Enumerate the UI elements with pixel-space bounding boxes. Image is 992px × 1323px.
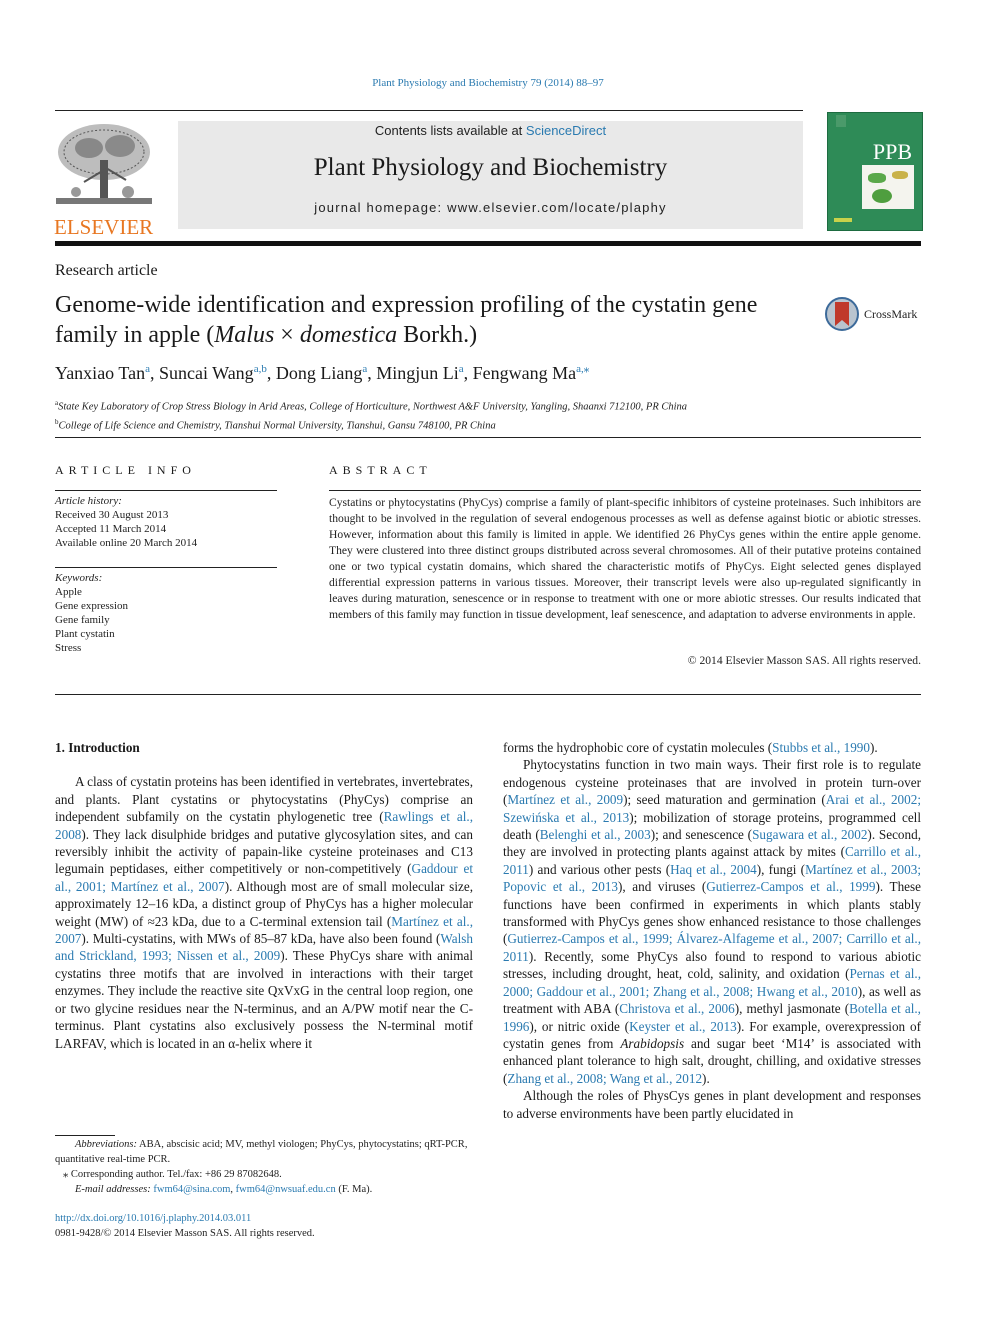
citation-link[interactable]: Martínez et al., 2007 [55, 914, 473, 946]
history-received: Received 30 August 2013 [55, 509, 169, 521]
author[interactable]: Fengwang Maa,⁎ [473, 363, 590, 383]
contents-prefix: Contents lists available at [374, 123, 526, 138]
history-label: Article history: [55, 495, 122, 507]
author[interactable]: Yanxiao Tana [55, 363, 150, 383]
affiliation-marker[interactable]: a,⁎ [576, 363, 589, 375]
keywords: Keywords: Apple Gene expression Gene fam… [55, 571, 128, 655]
article-history: Article history: Received 30 August 2013… [55, 494, 197, 550]
keyword: Stress [55, 642, 82, 654]
author-list: Yanxiao Tana, Suncai Wanga,b, Dong Liang… [55, 363, 590, 383]
affiliation-marker[interactable]: a,b [254, 363, 267, 375]
issn-line: 0981-9428/© 2014 Elsevier Masson SAS. Al… [55, 1228, 315, 1239]
article-info-heading: ARTICLE INFO [55, 463, 196, 477]
body-column-right: forms the hydrophobic core of cystatin m… [503, 739, 921, 1122]
affiliation-marker[interactable]: a [145, 363, 150, 375]
contents-line: Contents lists available at ScienceDirec… [178, 123, 803, 138]
affiliation-a: aState Key Laboratory of Crop Stress Bio… [55, 399, 688, 413]
cover-title: PPB [872, 139, 912, 164]
journal-title[interactable]: Plant Physiology and Biochemistry [178, 154, 803, 182]
elsevier-wordmark: ELSEVIER [54, 215, 154, 239]
cover-stripe [834, 218, 852, 222]
history-accepted: Accepted 11 March 2014 [55, 523, 167, 535]
author[interactable]: Mingjun Lia [376, 363, 463, 383]
author[interactable]: Dong Lianga [276, 363, 367, 383]
elsevier-logo[interactable]: ELSEVIER [54, 120, 156, 239]
affiliation-b: bCollege of Life Science and Chemistry, … [55, 417, 496, 432]
citation-link[interactable]: Rawlings et al., 2008 [55, 809, 473, 841]
article-type: Research article [55, 262, 158, 279]
section-title: 1. Introduction [55, 740, 140, 755]
divider [55, 490, 277, 491]
journal-reference[interactable]: Plant Physiology and Biochemistry 79 (20… [0, 77, 976, 89]
keyword: Plant cystatin [55, 628, 115, 640]
article-title: Genome-wide identification and expressio… [55, 290, 815, 350]
email-link[interactable]: fwm64@nwsuaf.edu.cn [236, 1184, 336, 1195]
abstract-text: Cystatins or phytocystatins (PhyCys) com… [329, 496, 921, 621]
header-divider [55, 241, 921, 246]
title-times: × [274, 322, 300, 348]
citation-link[interactable]: Stubbs et al., 1990 [772, 740, 870, 755]
email-link[interactable]: fwm64@sina.com [153, 1184, 230, 1195]
affiliation-marker[interactable]: a [459, 363, 464, 375]
paragraph: Phytocystatins function in two main ways… [503, 757, 922, 1086]
citation-link[interactable]: Pernas et al., 2000; Gaddour et al., 200… [503, 966, 921, 998]
citation-link[interactable]: Gutierrez-Campos et al., 1999 [706, 879, 875, 894]
history-online: Available online 20 March 2014 [55, 537, 198, 549]
abstract-copyright: © 2014 Elsevier Masson SAS. All rights r… [687, 654, 921, 667]
citation-link[interactable]: Sugawara et al., 2002 [752, 827, 867, 842]
sciencedirect-link[interactable]: ScienceDirect [526, 123, 606, 138]
cover-illustration [862, 165, 914, 209]
corresponding-author-note: ⁎ Corresponding author. Tel./fax: +86 29… [63, 1169, 282, 1180]
title-text-end: Borkh.) [397, 322, 478, 348]
divider [329, 490, 921, 491]
footnotes: Abbreviations: ABA, abscisic acid; MV, m… [55, 1137, 475, 1197]
citation-link[interactable]: Christova et al., 2006 [619, 1001, 735, 1016]
journal-cover[interactable]: PPB [827, 112, 923, 231]
abstract-heading: ABSTRACT [329, 463, 432, 477]
italic-term: Arabidopsis [620, 1035, 685, 1051]
citation-link[interactable]: Martínez et al., 2009 [507, 792, 623, 807]
body-column-left: 1. Introduction A class of cystatin prot… [55, 739, 473, 1052]
doi-link[interactable]: http://dx.doi.org/10.1016/j.plaphy.2014.… [55, 1213, 251, 1224]
divider [55, 567, 277, 568]
footnote-divider [55, 1135, 115, 1136]
paragraph: forms the hydrophobic core of cystatin m… [503, 740, 878, 755]
keyword: Gene family [55, 614, 110, 626]
paragraph: A class of cystatin proteins has been id… [55, 774, 474, 1051]
citation-link[interactable]: Belenghi et al., 2003 [540, 827, 651, 842]
citation-link[interactable]: Haq et al., 2004 [670, 862, 757, 877]
journal-homepage[interactable]: journal homepage: www.elsevier.com/locat… [178, 200, 803, 215]
divider [55, 437, 921, 438]
journal-banner: Contents lists available at ScienceDirec… [178, 121, 803, 229]
citation-link[interactable]: Zhang et al., 2008; Wang et al., 2012 [507, 1071, 702, 1086]
abbreviations-note: Abbreviations: ABA, abscisic acid; MV, m… [55, 1139, 468, 1165]
title-genus: Malus [214, 322, 275, 348]
affiliation-marker[interactable]: a [362, 363, 367, 375]
citation-link[interactable]: Walsh and Strickland, 1993; Nissen et al… [55, 931, 473, 963]
citation-link[interactable]: Keyster et al., 2013 [629, 1019, 737, 1034]
keyword: Apple [55, 586, 82, 598]
doi-block: http://dx.doi.org/10.1016/j.plaphy.2014.… [55, 1211, 315, 1241]
paragraph: Although the roles of PhysCys genes in p… [503, 1088, 921, 1121]
cover-publisher-mark [836, 115, 846, 127]
title-epithet: domestica [299, 322, 398, 348]
email-note: E-mail addresses: fwm64@sina.com, fwm64@… [75, 1184, 373, 1195]
crossmark-label: CrossMark [864, 307, 918, 321]
divider [55, 110, 803, 111]
citation-link[interactable]: Gutierrez-Campos et al., 1999; Álvarez-A… [503, 931, 921, 963]
author[interactable]: Suncai Wanga,b [159, 363, 267, 383]
keyword: Gene expression [55, 600, 129, 612]
crossmark-button[interactable]: CrossMark [825, 297, 925, 335]
divider [55, 694, 921, 695]
keywords-label: Keywords: [55, 572, 103, 584]
tree-icon [56, 124, 152, 204]
affiliations: aState Key Laboratory of Crop Stress Bio… [55, 396, 687, 433]
citation-link[interactable]: Gaddour et al., 2001; Martínez et al., 2… [55, 861, 473, 893]
